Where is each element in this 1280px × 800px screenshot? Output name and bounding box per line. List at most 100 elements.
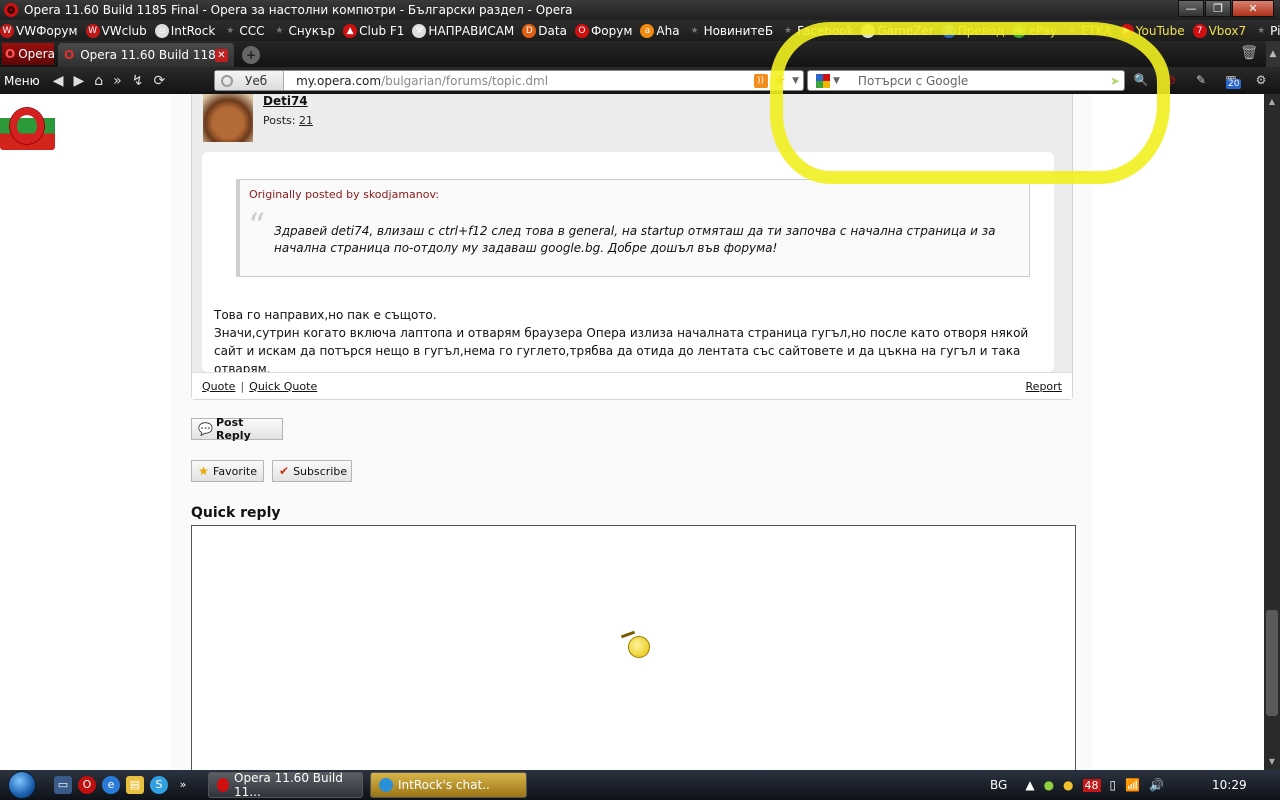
- report-link[interactable]: Report: [1026, 380, 1062, 393]
- trash-icon[interactable]: 🗑: [1240, 45, 1258, 61]
- show-more-icon[interactable]: »: [174, 776, 192, 794]
- skype-icon[interactable]: S: [150, 776, 168, 794]
- post-author[interactable]: Deti74: [263, 94, 308, 108]
- bookmark-item[interactable]: ★ НовинитеБ: [688, 24, 774, 38]
- taskbar-chat-label: IntRock's chat..: [398, 778, 490, 792]
- tab-close-icon[interactable]: ✕: [215, 48, 228, 62]
- address-badge[interactable]: Уеб: [215, 71, 285, 90]
- speech-bubble-icon: 💬: [198, 422, 213, 436]
- address-badge-label: Уеб: [245, 73, 268, 88]
- opera-menu-button[interactable]: O Opera: [2, 43, 55, 65]
- start-button[interactable]: [0, 770, 44, 800]
- minimize-button[interactable]: —: [1178, 0, 1204, 17]
- bookmark-item[interactable]: W VWclub: [85, 23, 147, 38]
- back-icon[interactable]: ◀: [53, 73, 64, 89]
- star-icon: ★: [226, 25, 235, 36]
- bookmark-item[interactable]: D Data: [522, 23, 567, 38]
- f1-icon: ▲: [343, 23, 358, 38]
- window-titlebar: Opera 11.60 Build 1185 Final - Opera за …: [0, 0, 1280, 20]
- tools-icon: ⚒: [412, 23, 427, 38]
- tray-expand-icon[interactable]: ▲: [1025, 778, 1034, 792]
- new-tab-button[interactable]: +: [242, 46, 260, 64]
- scrollbar-thumb[interactable]: [1266, 610, 1278, 716]
- quick-reply-heading: Quick reply: [191, 505, 281, 521]
- quick-quote-link[interactable]: Quick Quote: [249, 380, 317, 393]
- data-icon: D: [522, 23, 537, 38]
- bookmark-label: VWФорум: [16, 23, 78, 38]
- post-body: Originally posted by skodjamanov: “ Здра…: [202, 152, 1054, 376]
- bookmark-item[interactable]: ★ Снукър: [272, 24, 335, 38]
- bookmark-item[interactable]: ★ PicBG: [1254, 24, 1280, 38]
- volume-icon[interactable]: 🔊: [1149, 778, 1164, 792]
- quick-launch: ▭ O e ▤ S »: [54, 776, 198, 794]
- power-icon[interactable]: ▯: [1110, 778, 1117, 792]
- posts-count-link[interactable]: 21: [299, 114, 313, 127]
- favorite-button[interactable]: ★ Favorite: [191, 460, 264, 482]
- tray-badge[interactable]: 48: [1082, 778, 1101, 792]
- bulgarian-opera-logo[interactable]: [0, 102, 55, 150]
- checkmark-icon: ✔: [279, 464, 290, 478]
- bookmark-label: Снукър: [288, 23, 336, 38]
- menu-button[interactable]: Меню: [0, 74, 48, 88]
- puzzle-icon[interactable]: ⚙: [1253, 73, 1269, 89]
- opera-icon: O: [5, 47, 16, 61]
- clock[interactable]: 10:29: [1212, 778, 1247, 792]
- taskbar-opera-label: Opera 11.60 Build 11...: [234, 771, 343, 799]
- quote-link[interactable]: Quote: [202, 380, 235, 393]
- posts-label: Posts:: [263, 114, 296, 127]
- taskbar: ▭ O e ▤ S » Opera 11.60 Build 11... IntR…: [0, 770, 1280, 800]
- language-indicator[interactable]: BG: [990, 778, 1007, 792]
- scroll-up-icon[interactable]: ▲: [1264, 94, 1280, 110]
- vertical-scrollbar[interactable]: ▲ ▼: [1264, 94, 1280, 770]
- turbo-icon[interactable]: ↯: [132, 73, 144, 89]
- tab-active[interactable]: O Opera 11.60 Build 1185... ✕: [58, 43, 234, 67]
- notification-badge: 20: [1226, 79, 1242, 89]
- post-reply-button[interactable]: 💬 Post Reply: [191, 416, 283, 442]
- address-url[interactable]: my.opera.com/bulgarian/forums/topic.dml: [296, 74, 753, 88]
- bookmark-label: IntRock: [170, 23, 216, 38]
- rss-icon[interactable]: )): [753, 73, 768, 88]
- window-title: Opera 11.60 Build 1185 Final - Opera за …: [24, 3, 573, 17]
- taskbar-item-chat[interactable]: IntRock's chat..: [370, 772, 527, 798]
- opera-task-icon: [217, 778, 230, 792]
- avatar[interactable]: [203, 94, 253, 142]
- reload-icon[interactable]: ⟳: [153, 73, 165, 89]
- bookmark-item[interactable]: a Aha: [640, 23, 680, 38]
- bookmark-label: НовинитеБ: [703, 23, 774, 38]
- favorite-label: Favorite: [213, 464, 257, 478]
- ie-icon[interactable]: e: [102, 776, 120, 794]
- network-icon[interactable]: 📶: [1125, 778, 1140, 792]
- smiley-icon: [628, 636, 650, 658]
- star-icon: ★: [690, 25, 699, 36]
- taskbar-item-opera[interactable]: Opera 11.60 Build 11...: [208, 771, 363, 799]
- close-button[interactable]: ✕: [1232, 0, 1274, 17]
- post-reply-label: Post Reply: [216, 416, 251, 442]
- opera-icon: O: [574, 23, 589, 38]
- bookmark-item[interactable]: O Форум: [574, 23, 632, 38]
- bookmark-item[interactable]: 7 Vbox7: [1192, 23, 1246, 38]
- bookmark-item[interactable]: W VWФорум: [0, 23, 78, 38]
- extension-icon[interactable]: ✎: [1193, 73, 1209, 89]
- bookmark-item[interactable]: ▲ Club F1: [343, 23, 405, 38]
- bookmark-item[interactable]: ★ CCC: [223, 24, 264, 38]
- maximize-button[interactable]: ❐: [1205, 0, 1231, 17]
- opera-launch-icon[interactable]: O: [78, 776, 96, 794]
- subscribe-button[interactable]: ✔ Subscribe: [272, 460, 352, 482]
- quick-reply-textarea[interactable]: [191, 525, 1076, 770]
- tabbar-scroll-up-icon[interactable]: ▲: [1266, 41, 1280, 67]
- address-bar[interactable]: Уеб my.opera.com/bulgarian/forums/topic.…: [214, 70, 804, 91]
- window-controls: — ❐ ✕: [1177, 0, 1274, 17]
- forward-icon[interactable]: ▶: [73, 73, 84, 89]
- bookmark-item[interactable]: ⚒ НАПРАВИСАМ: [412, 23, 514, 38]
- folder-icon[interactable]: ▤: [126, 776, 144, 794]
- tray-chat-icon[interactable]: ●: [1063, 778, 1073, 792]
- home-icon[interactable]: ⌂: [94, 73, 103, 89]
- tray-app-icon[interactable]: ●: [1044, 778, 1054, 792]
- bookmark-label: VWclub: [101, 23, 147, 38]
- vbox7-icon: 7: [1192, 23, 1207, 38]
- show-desktop-icon[interactable]: ▭: [54, 776, 72, 794]
- bookmark-item[interactable]: ▫ IntRock: [154, 23, 216, 38]
- fast-forward-icon[interactable]: »: [113, 73, 122, 89]
- bookmark-label: Club F1: [359, 23, 405, 38]
- scroll-down-icon[interactable]: ▼: [1264, 754, 1280, 770]
